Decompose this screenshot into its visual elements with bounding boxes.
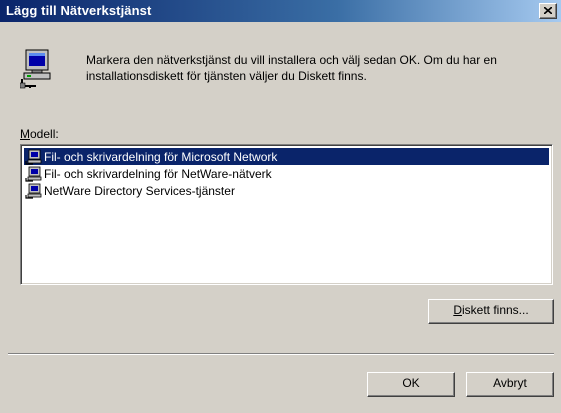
list-item-microsoft-network[interactable]: Fil- och skrivardelning för Microsoft Ne… bbox=[24, 148, 549, 165]
model-label: Modell: bbox=[20, 127, 59, 141]
model-listbox[interactable]: Fil- och skrivardelning för Microsoft Ne… bbox=[20, 144, 553, 285]
network-service-icon bbox=[25, 166, 42, 182]
dialog-window: Lägg till Nätverkstjänst Markera den nät… bbox=[0, 0, 561, 413]
list-item-label: NetWare Directory Services-tjänster bbox=[44, 183, 235, 198]
instruction-text: Markera den nätverkstjänst du vill insta… bbox=[86, 53, 497, 83]
list-item-label: Fil- och skrivardelning för Microsoft Ne… bbox=[44, 149, 278, 164]
model-label-rest: odell: bbox=[30, 127, 59, 141]
list-item-netware[interactable]: Fil- och skrivardelning för NetWare-nätv… bbox=[24, 165, 549, 182]
network-service-icon bbox=[25, 183, 42, 199]
cancel-button[interactable]: Avbryt bbox=[466, 372, 554, 397]
network-service-icon bbox=[25, 149, 42, 165]
ok-button[interactable]: OK bbox=[367, 372, 455, 397]
have-disk-label-rest: iskett finns... bbox=[461, 303, 529, 317]
close-icon bbox=[544, 7, 552, 14]
window-title: Lägg till Nätverkstjänst bbox=[6, 3, 152, 18]
close-button[interactable] bbox=[539, 3, 557, 19]
model-label-mnemonic: M bbox=[20, 127, 30, 141]
list-item-netware-directory-services[interactable]: NetWare Directory Services-tjänster bbox=[24, 182, 549, 199]
title-bar[interactable]: Lägg till Nätverkstjänst bbox=[0, 0, 561, 22]
list-item-label: Fil- och skrivardelning för NetWare-nätv… bbox=[44, 166, 272, 181]
have-disk-button[interactable]: Diskett finns... bbox=[428, 299, 554, 324]
separator bbox=[8, 353, 554, 355]
network-computer-icon bbox=[20, 49, 51, 89]
have-disk-mnemonic: D bbox=[453, 303, 462, 317]
